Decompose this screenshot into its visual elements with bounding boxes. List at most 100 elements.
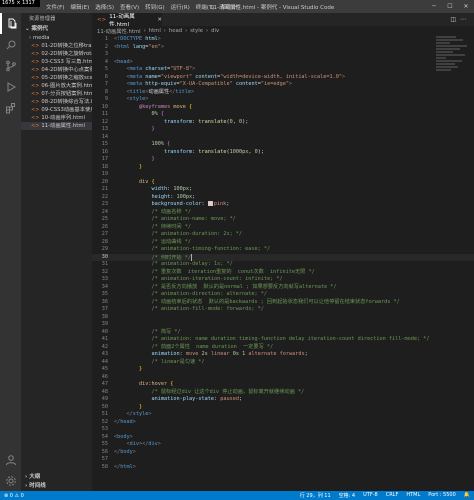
code-line[interactable]: 25 /* animation-name: move; */ <box>92 216 474 224</box>
code-line[interactable]: 9 <style> <box>92 96 474 104</box>
code-line[interactable]: 21 width: 100px; <box>92 186 474 194</box>
tree-file[interactable]: <>02-2D转换之旋转rota... <box>21 50 92 58</box>
breadcrumb-file[interactable]: 11-动画属性.html <box>97 27 141 35</box>
code-line[interactable]: 16 transform: translate(1000px, 0); <box>92 149 474 157</box>
tree-folder[interactable]: › media <box>21 34 92 42</box>
code-line[interactable]: 20 div { <box>92 179 474 187</box>
tab-active-file[interactable]: <> 11-动画属性.html ✕ <box>92 13 162 28</box>
tree-file[interactable]: <> 03-CSS3 写三角.html <box>21 58 92 66</box>
code-line[interactable]: 23 background-color: pink; <box>92 201 474 209</box>
code-line[interactable]: 11 0% { <box>92 111 474 119</box>
code-line[interactable]: 39 <box>92 321 474 329</box>
code-line[interactable]: 8 <title>动画属性</title> <box>92 89 474 97</box>
timeline-section[interactable]: › 时间线 <box>21 482 92 491</box>
code-line[interactable]: 12 transform: translate(0, 0); <box>92 119 474 127</box>
tree-file[interactable]: <> 10-动画序列.html <box>21 114 92 122</box>
code-line[interactable]: 45 } <box>92 366 474 374</box>
code-line[interactable]: 57 <box>92 456 474 464</box>
minimize-icon[interactable]: ─ <box>426 0 442 13</box>
code-line[interactable]: 17 } <box>92 156 474 164</box>
more-actions-icon[interactable]: ⋯ <box>460 16 470 23</box>
breadcrumb-style[interactable]: style <box>190 28 203 34</box>
code-line[interactable]: 2 <html lang="en"> <box>92 44 474 52</box>
tree-file[interactable]: <> 06-图片放大案例.html <box>21 82 92 90</box>
breadcrumb-div[interactable]: div <box>211 28 219 34</box>
code-line[interactable]: 33 /* animation-iteration-count: infinit… <box>92 276 474 284</box>
menu-edit[interactable]: 编辑(E) <box>70 3 89 11</box>
code-line[interactable]: 54 <body> <box>92 434 474 442</box>
code-line[interactable]: 13 } <box>92 126 474 134</box>
code-line[interactable]: 3 <box>92 51 474 59</box>
code-line[interactable]: 34 /* 是否反方向播放 默认的是normal ; 如果想要反方向就写alte… <box>92 284 474 292</box>
code-line[interactable]: 28 /* 运动曲线 */ <box>92 239 474 247</box>
code-line[interactable]: 38 <box>92 314 474 322</box>
code-line[interactable]: 41 /* animation: name duration timing-fu… <box>92 336 474 344</box>
maximize-icon[interactable]: ☐ <box>442 0 458 13</box>
code-line[interactable]: 4 <head> <box>92 59 474 67</box>
code-line[interactable]: 10 @keyframes move { <box>92 104 474 112</box>
indentation[interactable]: 空格: 4 <box>339 492 355 499</box>
tree-file[interactable]: <>04-2D转换中心点案例... <box>21 66 92 74</box>
code-line[interactable]: 40 /* 简写 */ <box>92 329 474 337</box>
problems-indicator[interactable]: ⊗ 0 ⚠ 0 <box>4 493 24 499</box>
code-line[interactable]: 15 100% { <box>92 141 474 149</box>
code-line[interactable]: 58 </html> <box>92 464 474 472</box>
tree-file[interactable]: <>05-2D转换之缩放scal... <box>21 74 92 82</box>
menu-file[interactable]: 文件(F) <box>46 3 64 11</box>
code-line[interactable]: 37 /* animation-fill-mode: forwards; */ <box>92 306 474 314</box>
code-line[interactable]: 19 <box>92 171 474 179</box>
code-line[interactable]: 42 /* 前面2个属性 name duration 一定要写 */ <box>92 344 474 352</box>
menu-run[interactable]: 运行(R) <box>171 3 190 11</box>
code-line[interactable]: 27 /* animation-duration: 2s; */ <box>92 231 474 239</box>
code-line[interactable]: 14 <box>92 134 474 142</box>
code-line[interactable]: 5 <meta charset="UTF-8"> <box>92 66 474 74</box>
code-line[interactable]: 22 height: 100px; <box>92 194 474 202</box>
code-editor[interactable]: 1 <!DOCTYPE html> 2 <html lang="en"> 3 4 <head… <box>92 36 474 491</box>
code-line[interactable]: 7 <meta http-equiv="X-UA-Compatible" con… <box>92 81 474 89</box>
tree-file[interactable]: <> 07-分页按钮案例.html <box>21 90 92 98</box>
code-line[interactable]: 6 <meta name="viewport" content="width=d… <box>92 74 474 82</box>
close-window-icon[interactable]: ✕ <box>458 0 474 13</box>
code-line[interactable]: 55 <div></div> <box>92 441 474 449</box>
account-icon[interactable] <box>0 449 21 470</box>
source-control-icon[interactable] <box>0 55 21 76</box>
run-debug-icon[interactable] <box>0 76 21 97</box>
code-line[interactable]: 51 </style> <box>92 411 474 419</box>
cursor-position[interactable]: 行 29，列 11 <box>300 492 331 499</box>
explorer-icon[interactable] <box>0 13 21 34</box>
search-icon[interactable] <box>0 34 21 55</box>
menu-selection[interactable]: 选择(S) <box>95 3 114 11</box>
line-ending[interactable]: CRLF <box>386 492 399 499</box>
code-line[interactable]: 26 /* 持续时间 */ <box>92 224 474 232</box>
tree-file[interactable]: <> 11-动画属性.html <box>21 122 92 130</box>
language-mode[interactable]: HTML <box>406 492 420 499</box>
code-line[interactable]: 48 /* 鼠标经过div 让这个div 停止动画，鼠标离开就继续动画 */ <box>92 389 474 397</box>
code-line[interactable]: 49 animation-play-state: paused; <box>92 396 474 404</box>
code-line[interactable]: 30 /* 何时开始 */ <box>92 253 474 261</box>
code-line[interactable]: 46 <box>92 374 474 382</box>
settings-gear-icon[interactable] <box>0 470 21 491</box>
tree-file[interactable]: <>08-2D转换综合写法.html <box>21 98 92 106</box>
code-line[interactable]: 50 } <box>92 404 474 412</box>
breadcrumb-html[interactable]: html <box>149 28 161 34</box>
code-line[interactable]: 47 div:hover { <box>92 381 474 389</box>
code-line[interactable]: 56 </body> <box>92 449 474 457</box>
split-editor-icon[interactable]: ◫ <box>450 16 460 23</box>
code-line[interactable]: 18 } <box>92 164 474 172</box>
extensions-icon[interactable] <box>0 97 21 118</box>
outline-section[interactable]: › 大纲 <box>21 473 92 482</box>
code-line[interactable]: 24 /* 动画名称 */ <box>92 209 474 217</box>
workspace-section[interactable]: ⌄ 案例代 <box>21 25 92 34</box>
menu-view[interactable]: 查看(V) <box>120 3 139 11</box>
bell-icon[interactable]: 🔔 <box>464 492 470 499</box>
tree-file[interactable]: <>09-CSS3动画基本使用... <box>21 106 92 114</box>
code-line[interactable]: 36 /* 动画结束后的状态 默认的是backwards ; 回到起始状态我们可… <box>92 299 474 307</box>
code-line[interactable]: 32 /* 重复次数 iteration重复的 conut次数 infinite… <box>92 269 474 277</box>
tree-file[interactable]: <>01-2D转换之位移tran... <box>21 42 92 50</box>
code-line[interactable]: 29 /* animation-timing-function: ease; *… <box>92 246 474 254</box>
code-line[interactable]: 35 /* animation-direction: alternate; */ <box>92 291 474 299</box>
code-line[interactable]: 52 </head> <box>92 419 474 427</box>
code-line[interactable]: 1 <!DOCTYPE html> <box>92 36 474 44</box>
breadcrumb-head[interactable]: head <box>169 28 182 34</box>
code-line[interactable]: 31 /* animation-delay: 1s; */ <box>92 261 474 269</box>
